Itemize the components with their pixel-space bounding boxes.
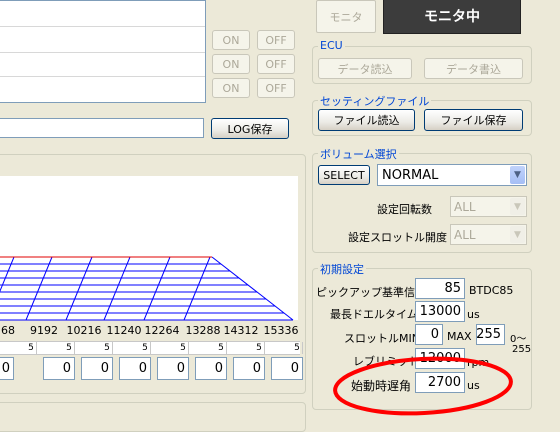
mode-select-value: NORMAL — [382, 167, 439, 183]
grid-col-line — [103, 256, 131, 321]
throttle-opening-label: 設定スロットル開度 — [348, 231, 447, 244]
ecu-group-title: ECU — [318, 39, 345, 52]
grid-col-line — [25, 256, 53, 321]
pickup-unit: BTDC85 — [469, 284, 514, 297]
dwell-label: 最長ドエルタイム — [330, 308, 418, 321]
step-value: 5 — [104, 343, 110, 353]
throttle-min-label: スロットルMIN — [344, 332, 420, 345]
rpm-header-label: 13288 — [185, 324, 221, 337]
max-label: MAX — [447, 330, 472, 343]
pickup-label: ピックアップ基準信号 — [316, 286, 426, 299]
monitor-button[interactable]: モニタ — [316, 0, 376, 33]
red-annotation-ellipse — [333, 356, 513, 416]
on-button-3[interactable]: ON — [212, 78, 250, 98]
step-divider — [74, 342, 75, 354]
on-button-2[interactable]: ON — [212, 54, 250, 74]
map-cell-input[interactable]: 0 — [195, 357, 227, 380]
grid-col-line — [143, 256, 171, 321]
pickup-input[interactable]: 85 — [415, 278, 465, 299]
off-button-3[interactable]: OFF — [257, 78, 295, 98]
step-value: 5 — [294, 343, 300, 353]
map-cell-input[interactable]: 0 — [119, 357, 151, 380]
rpm-header-label: 14312 — [223, 324, 259, 337]
dwell-unit: us — [467, 308, 480, 321]
step-value: 5 — [180, 343, 186, 353]
chevron-down-icon[interactable]: ▼ — [510, 166, 525, 184]
mode-select[interactable]: NORMAL ▼ — [377, 164, 527, 186]
step-divider — [226, 342, 227, 354]
map-cell-input[interactable]: 0 — [271, 357, 303, 380]
data-read-button[interactable]: データ読込 — [318, 58, 412, 79]
throttle-opening-value: ALL — [454, 227, 476, 242]
chevron-down-icon[interactable]: ▼ — [510, 226, 525, 243]
rpm-header-row: 68 9192 10216 11240 12264 13288 14312 15336 — [0, 324, 300, 338]
lower-group — [0, 402, 306, 432]
map-cell-input[interactable]: 0 — [0, 357, 14, 380]
step-value-row: 5 5 5 5 5 5 5 5 — [0, 341, 303, 355]
step-divider — [188, 342, 189, 354]
rpm-count-select[interactable]: ALL ▼ — [450, 196, 527, 217]
map-cell-row: 00000000 — [0, 357, 303, 381]
file-save-button[interactable]: ファイル保存 — [424, 109, 523, 131]
map-cell-input[interactable]: 0 — [81, 357, 113, 380]
status-list-divider-3 — [0, 76, 205, 77]
step-divider — [150, 342, 151, 354]
throttle-opening-select[interactable]: ALL ▼ — [450, 224, 527, 245]
step-divider — [112, 342, 113, 354]
rpm-header-label: 11240 — [106, 324, 142, 337]
on-button-1[interactable]: ON — [212, 30, 250, 50]
log-path-field[interactable] — [0, 118, 204, 138]
rpm-count-label: 設定回転数 — [377, 203, 432, 216]
grid-col-line — [183, 256, 211, 321]
step-value: 5 — [28, 343, 34, 353]
map-cell-input[interactable]: 0 — [157, 357, 189, 380]
step-value: 5 — [66, 343, 72, 353]
status-list-divider-2 — [0, 52, 205, 53]
volume-group-title: ボリューム選択 — [318, 146, 399, 162]
step-divider — [264, 342, 265, 354]
throttle-max-input[interactable]: 255 — [476, 324, 505, 345]
grid-col-line — [0, 256, 15, 293]
chevron-down-icon[interactable]: ▼ — [510, 198, 525, 215]
log-save-button[interactable]: LOG保存 — [211, 118, 289, 139]
grid-edge-line — [211, 256, 294, 321]
throttle-min-input[interactable]: 0 — [415, 324, 443, 345]
data-write-button[interactable]: データ書込 — [424, 58, 523, 79]
file-read-button[interactable]: ファイル読込 — [318, 109, 415, 131]
rpm-header-label: 15336 — [263, 324, 299, 337]
rpm-count-value: ALL — [454, 199, 476, 214]
off-button-2[interactable]: OFF — [257, 54, 295, 74]
step-value: 5 — [256, 343, 262, 353]
off-button-1[interactable]: OFF — [257, 30, 295, 50]
initial-settings-title: 初期設定 — [318, 261, 366, 277]
map-3d-grid — [0, 256, 294, 321]
step-divider — [36, 342, 37, 354]
map-cell-input[interactable]: 0 — [233, 357, 265, 380]
map-cell-input[interactable]: 0 — [43, 357, 75, 380]
monitoring-indicator[interactable]: モニタ中 — [383, 0, 521, 34]
dwell-input[interactable]: 13000 — [415, 301, 465, 322]
step-value: 5 — [218, 343, 224, 353]
rpm-header-label: 10216 — [66, 324, 102, 337]
status-list-divider-1 — [0, 26, 205, 27]
step-value: 5 — [142, 343, 148, 353]
throttle-range-top: 0～ — [510, 334, 527, 345]
step-divider — [302, 342, 303, 354]
grid-col-line — [65, 256, 93, 321]
rpm-header-label: 9192 — [30, 324, 58, 337]
select-button[interactable]: SELECT — [318, 165, 370, 185]
settings-file-group-title: セッティングファイル — [318, 93, 432, 109]
rpm-header-label: 12264 — [144, 324, 180, 337]
